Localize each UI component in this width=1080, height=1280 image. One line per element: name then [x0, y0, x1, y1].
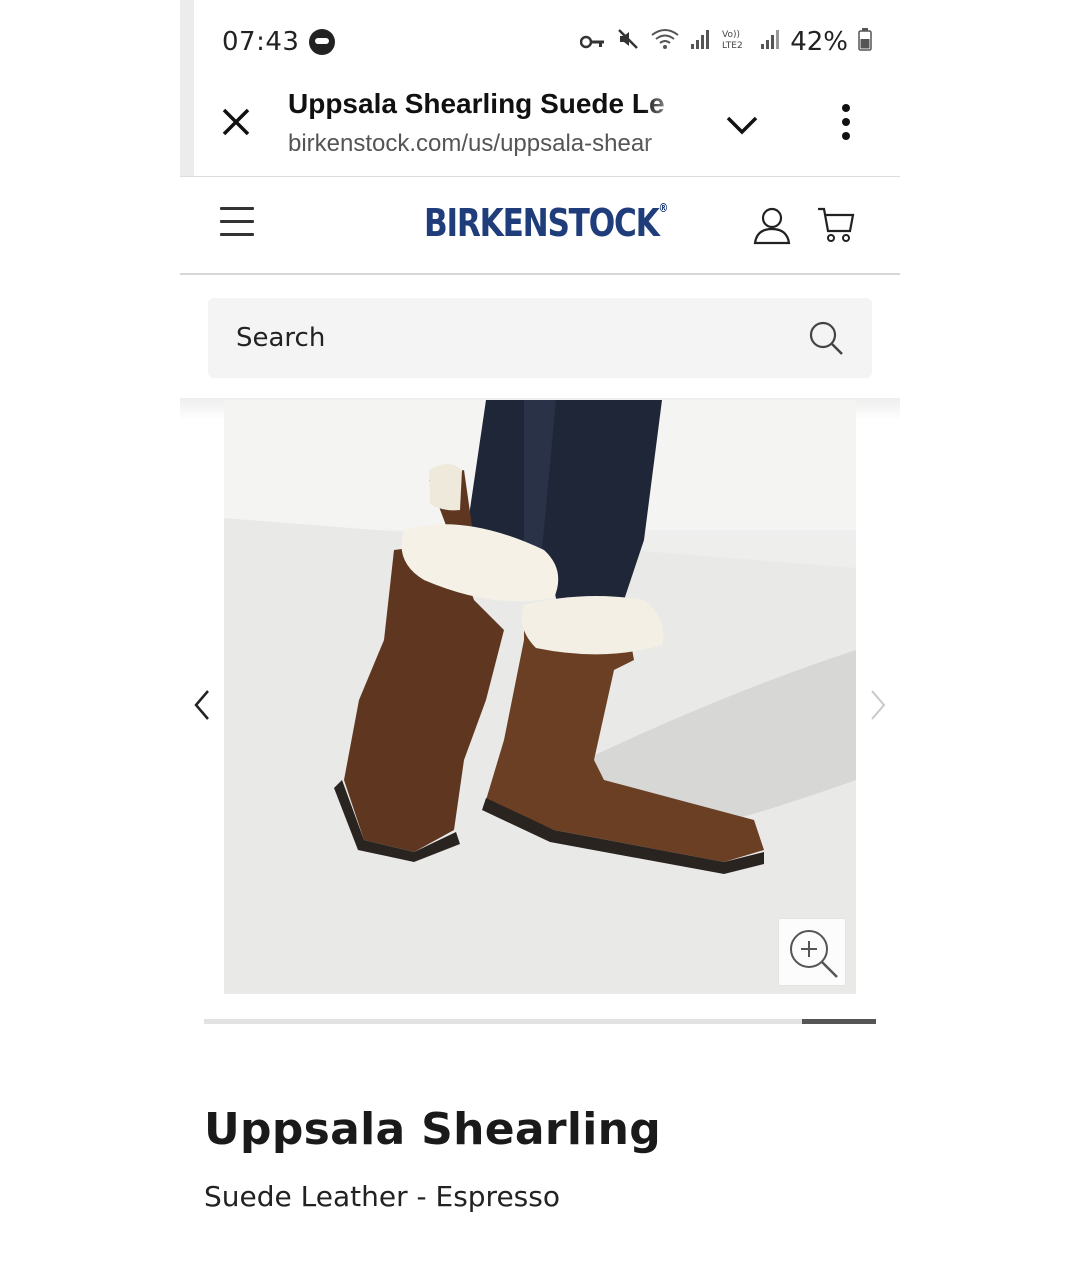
status-time: 07:43 [222, 27, 300, 57]
phone-screen: 07:43 Vo)) LTE2 42% Uppsala Shearling Su… [180, 0, 900, 1280]
wifi-icon [650, 27, 680, 58]
brand-logo[interactable]: BIRKENSTOCK® [424, 201, 668, 245]
gallery-progress [204, 1019, 876, 1024]
custom-tab-bar: Uppsala Shearling Suede Le birkenstock.c… [194, 84, 900, 174]
cart-icon[interactable] [816, 205, 856, 245]
svg-text:LTE2: LTE2 [722, 41, 743, 51]
gallery-progress-indicator [802, 1019, 876, 1024]
notification-icon [309, 29, 336, 55]
title-fade [644, 84, 688, 174]
chevron-left-icon[interactable] [188, 688, 216, 722]
logo-registered-mark: ® [658, 201, 669, 215]
signal-icon-1 [690, 27, 710, 57]
product-image[interactable] [224, 400, 856, 994]
search-icon[interactable] [808, 320, 844, 356]
battery-icon [858, 27, 872, 58]
product-variant: Suede Leather - Espresso [204, 1180, 560, 1213]
browser-chrome: 07:43 Vo)) LTE2 42% Uppsala Shearling Su… [180, 0, 900, 176]
more-vertical-icon[interactable] [834, 100, 858, 144]
product-gallery [180, 400, 900, 1030]
vpn-key-icon [579, 27, 606, 57]
site-header: BIRKENSTOCK® [180, 177, 900, 275]
search-bar [208, 298, 872, 378]
chevron-down-icon[interactable] [722, 106, 762, 146]
volte-icon: Vo)) LTE2 [720, 27, 750, 58]
page-url[interactable]: birkenstock.com/us/uppsala-shear [288, 130, 684, 158]
battery-percent: 42% [790, 27, 848, 57]
page-title: Uppsala Shearling Suede Le [288, 88, 665, 119]
status-bar: 07:43 Vo)) LTE2 42% [222, 22, 872, 62]
account-icon[interactable] [752, 205, 792, 245]
signal-icon-2 [760, 27, 780, 57]
svg-text:Vo)): Vo)) [722, 30, 740, 40]
zoom-in-icon [790, 930, 838, 978]
product-title: Uppsala Shearling [204, 1104, 662, 1155]
menu-icon[interactable] [220, 207, 254, 241]
status-icons: Vo)) LTE2 42% [579, 27, 872, 58]
close-icon[interactable] [216, 102, 256, 142]
search-input[interactable] [236, 318, 776, 358]
zoom-button[interactable] [778, 918, 846, 986]
logo-text: BIRKENSTOCK [424, 201, 660, 245]
mute-icon [616, 27, 640, 58]
chevron-right-icon[interactable] [864, 688, 892, 722]
